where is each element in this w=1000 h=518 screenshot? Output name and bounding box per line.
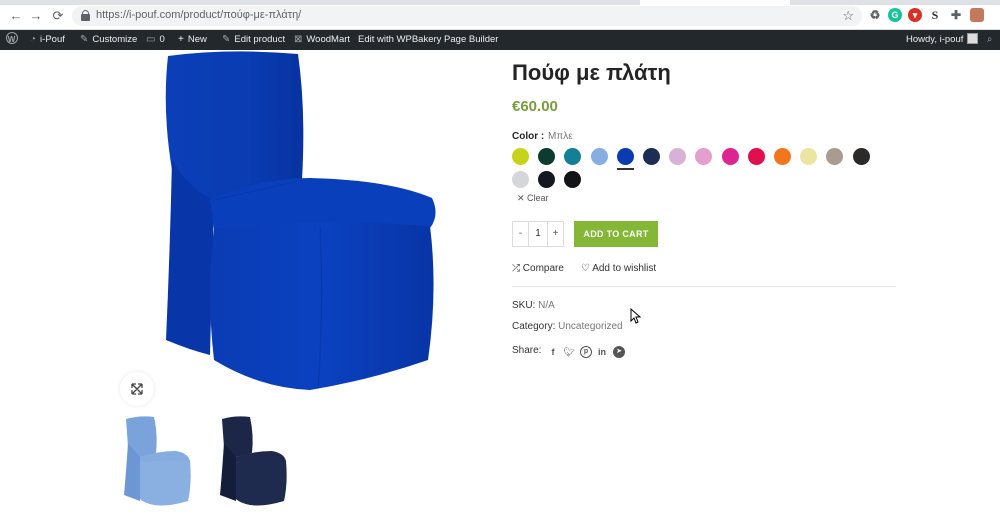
wp-admin-bar: ◔i-Pouf ✎Customize ▭0 +New ✎Edit product…: [0, 30, 1000, 50]
clear-variation-link[interactable]: ✕ Clear: [517, 193, 549, 204]
adminbar-customize[interactable]: ✎ Customize: [80, 30, 137, 50]
linkedin-icon[interactable]: in: [596, 346, 608, 358]
adminbar-account[interactable]: Howdy, i-pouf: [906, 30, 979, 50]
adminbar-woodmart[interactable]: ⊠ WoodMart: [294, 30, 350, 50]
expand-icon: [131, 383, 143, 395]
sku-value: N/A: [538, 300, 555, 311]
grammarly-extension-icon[interactable]: G: [888, 8, 902, 22]
forward-icon[interactable]: →: [28, 8, 44, 24]
blue-pouf-chair-image: [165, 51, 436, 390]
adminbar-new[interactable]: + New: [178, 30, 207, 50]
search-icon[interactable]: ⌕: [987, 30, 992, 50]
color-swatch-charcoal[interactable]: [852, 148, 870, 165]
woodmart-icon: ⊠: [294, 34, 303, 45]
wordpress-logo-icon[interactable]: [6, 30, 18, 50]
heart-icon: ♡: [581, 263, 593, 274]
pinterest-icon[interactable]: p: [580, 346, 592, 358]
tab-strip: [0, 0, 1000, 5]
address-bar[interactable]: https://i-pouf.com/product/πούφ-με-πλάτη…: [72, 6, 862, 26]
back-icon[interactable]: ←: [8, 8, 24, 24]
lock-icon: [81, 10, 90, 21]
color-swatch-black-1[interactable]: [538, 171, 556, 188]
color-swatch-light-blue[interactable]: [590, 148, 608, 165]
dashboard-icon: ◔: [30, 34, 37, 45]
comment-icon: ▭: [146, 34, 156, 45]
color-swatch-pink[interactable]: [695, 148, 713, 165]
zoom-expand-button[interactable]: [120, 372, 154, 406]
color-swatch-red[interactable]: [747, 148, 765, 165]
brush-icon: ✎: [80, 34, 89, 45]
reload-icon[interactable]: ⟳: [50, 8, 66, 24]
facebook-icon[interactable]: f: [547, 346, 559, 358]
product-title: Πούφ με πλάτη: [512, 60, 671, 85]
share-label: Share:: [512, 345, 542, 356]
adblock-extension-icon[interactable]: ▾: [908, 8, 922, 22]
color-swatch-black-2[interactable]: [564, 171, 582, 188]
navy-pouf-thumbnail: [220, 416, 287, 506]
bookmark-star-icon[interactable]: ☆: [842, 8, 854, 24]
mouse-cursor-icon: [630, 308, 642, 324]
thumbnail-light-blue[interactable]: [118, 413, 202, 508]
color-swatch-lilac[interactable]: [669, 148, 687, 165]
url-text[interactable]: https://i-pouf.com/product/πούφ-με-πλάτη…: [96, 9, 301, 21]
quantity-plus-button[interactable]: +: [547, 222, 563, 246]
color-swatch-dark-green[interactable]: [538, 148, 556, 165]
plus-icon: +: [178, 34, 184, 45]
shuffle-icon: ⤮: [512, 263, 523, 274]
color-swatch-cream[interactable]: [800, 148, 818, 165]
adminbar-wpbakery[interactable]: Edit with WPBakery Page Builder: [358, 30, 498, 50]
color-swatch-taupe[interactable]: [826, 148, 844, 165]
selected-swatch-underline: [617, 168, 634, 170]
quantity-stepper[interactable]: - 1 +: [512, 221, 564, 247]
category-label: Category:: [512, 321, 556, 332]
quantity-input[interactable]: 1: [529, 222, 547, 246]
compare-link[interactable]: ⤮ Compare: [512, 263, 564, 274]
browser-chrome: ← → ⟳ https://i-pouf.com/product/πούφ-με…: [0, 0, 1000, 30]
sku-label: SKU:: [512, 300, 536, 311]
color-swatch-teal[interactable]: [564, 148, 582, 165]
avatar: [967, 33, 979, 44]
color-attribute-label: Color :: [512, 131, 545, 142]
active-tab[interactable]: [640, 0, 790, 5]
category-row: Category: Uncategorized: [512, 321, 623, 332]
color-swatch-orange[interactable]: [774, 148, 791, 165]
adminbar-site-name[interactable]: ◔ i-Pouf: [30, 30, 65, 50]
add-to-cart-button[interactable]: ADD TO CART: [574, 221, 658, 247]
thumbnail-navy[interactable]: [214, 413, 298, 508]
close-icon: ✕: [517, 193, 528, 203]
sku-row: SKU: N/A: [512, 300, 555, 311]
pencil-icon: ✎: [222, 34, 231, 45]
s-extension-icon[interactable]: S: [928, 8, 942, 22]
wishlist-link[interactable]: ♡ Add to wishlist: [581, 263, 656, 274]
profile-avatar[interactable]: [970, 8, 984, 22]
quantity-minus-button[interactable]: -: [513, 222, 529, 246]
color-swatch-magenta[interactable]: [721, 148, 739, 165]
color-swatch-light-grey[interactable]: [512, 171, 529, 188]
category-link[interactable]: Uncategorized: [558, 321, 622, 332]
product-main-image[interactable]: [110, 50, 470, 400]
selected-color-value: Μπλε: [548, 131, 573, 142]
telegram-icon[interactable]: ➤: [613, 346, 625, 358]
color-swatch-blue[interactable]: [616, 148, 634, 165]
twitter-icon[interactable]: 🐦︎: [563, 346, 575, 358]
color-swatch-navy[interactable]: [643, 148, 660, 165]
adminbar-edit-product[interactable]: ✎ Edit product: [222, 30, 285, 50]
divider: [512, 286, 896, 287]
extensions-puzzle-icon[interactable]: ✚: [949, 8, 963, 22]
recycle-extension-icon[interactable]: ♻: [868, 8, 882, 22]
product-price: €60.00: [512, 98, 558, 115]
color-swatch-lime[interactable]: [512, 148, 529, 165]
light-blue-pouf-thumbnail: [124, 416, 191, 506]
adminbar-comments[interactable]: ▭ 0: [146, 30, 165, 50]
